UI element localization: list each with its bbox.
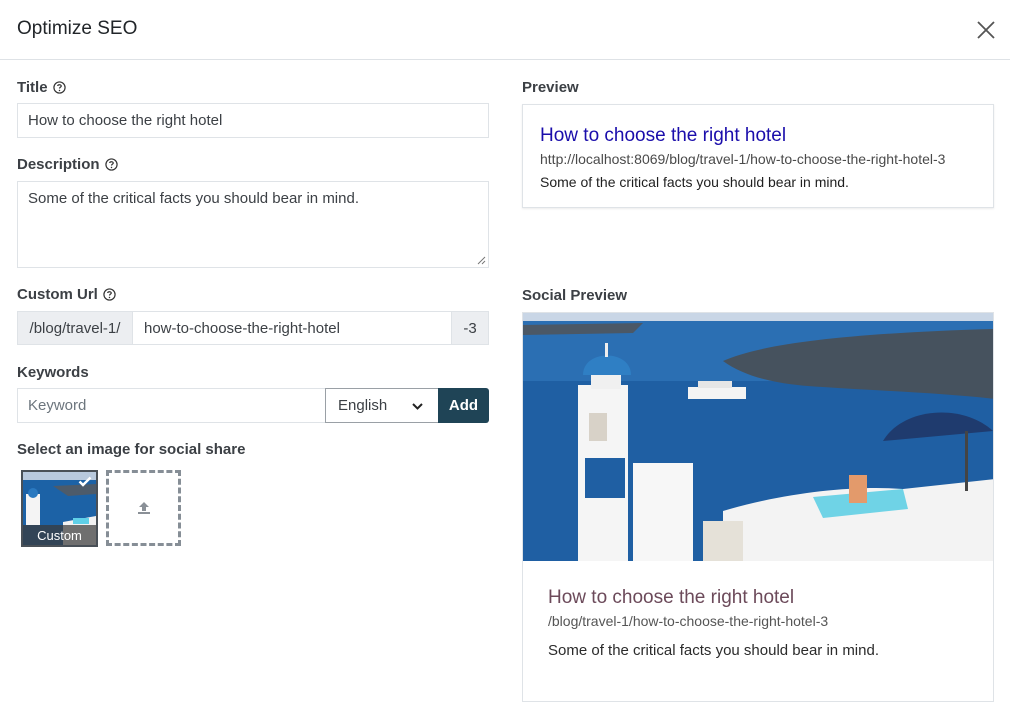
description-textarea[interactable]: Some of the critical facts you should be…	[17, 181, 489, 268]
url-suffix-text: -3	[463, 319, 477, 337]
preview-label-group: Preview	[522, 79, 579, 96]
chevron-down-icon	[412, 403, 423, 410]
custom-url-label-group: Custom Url	[17, 286, 116, 303]
upload-image-button[interactable]	[106, 470, 181, 546]
social-image-thumbnail[interactable]: Custom	[21, 470, 98, 547]
social-preview-title: How to choose the right hotel	[548, 587, 795, 608]
url-slug-value: how-to-choose-the-right-hotel	[144, 319, 340, 337]
keyword-input[interactable]: Keyword	[17, 388, 327, 423]
language-select-value: English	[338, 397, 388, 414]
close-button[interactable]	[974, 18, 998, 42]
search-preview-description: Some of the critical facts you should be…	[540, 174, 849, 190]
description-textarea-value: Some of the critical facts you should be…	[28, 190, 359, 207]
description-label: Description	[17, 156, 100, 173]
keywords-label: Keywords	[17, 364, 89, 381]
thumbnail-caption: Custom	[23, 525, 96, 545]
help-icon[interactable]	[52, 81, 66, 94]
title-input-value: How to choose the right hotel	[28, 112, 223, 129]
description-label-group: Description	[17, 156, 118, 173]
social-preview-label-group: Social Preview	[522, 287, 627, 304]
social-preview-description: Some of the critical facts you should be…	[548, 642, 879, 659]
search-preview-title: How to choose the right hotel	[540, 125, 787, 146]
url-prefix: /blog/travel-1/	[17, 311, 133, 345]
url-suffix: -3	[451, 311, 489, 345]
help-icon[interactable]	[104, 158, 118, 171]
language-select[interactable]: English	[325, 388, 439, 423]
modal-header: Optimize SEO	[0, 0, 1010, 60]
social-preview-image	[523, 313, 993, 561]
social-image-label-group: Select an image for social share	[17, 441, 245, 458]
social-preview-label: Social Preview	[522, 287, 628, 304]
social-image-label: Select an image for social share	[17, 441, 246, 458]
title-input[interactable]: How to choose the right hotel	[17, 103, 489, 138]
search-preview-card: How to choose the right hotel http://loc…	[522, 104, 994, 208]
preview-label: Preview	[522, 79, 579, 96]
add-keyword-label: Add	[448, 397, 479, 414]
help-icon[interactable]	[103, 288, 116, 301]
url-slug-input[interactable]: how-to-choose-the-right-hotel	[132, 311, 452, 345]
add-keyword-button[interactable]: Add	[438, 388, 489, 423]
resize-grip-icon[interactable]	[477, 256, 486, 265]
upload-icon	[137, 502, 150, 514]
custom-url-label: Custom Url	[17, 286, 98, 303]
search-preview-url: http://localhost:8069/blog/travel-1/how-…	[540, 151, 946, 167]
checkmark-icon	[78, 476, 92, 487]
social-preview-url: /blog/travel-1/how-to-choose-the-right-h…	[548, 613, 829, 629]
title-label: Title	[17, 79, 48, 96]
social-preview-card: How to choose the right hotel /blog/trav…	[522, 312, 994, 702]
modal-title: Optimize SEO	[17, 18, 138, 39]
title-label-group: Title	[17, 79, 66, 96]
keyword-placeholder: Keyword	[28, 397, 87, 414]
close-icon	[977, 21, 995, 39]
keywords-label-group: Keywords	[17, 364, 89, 381]
url-prefix-text: /blog/travel-1/	[29, 319, 121, 337]
